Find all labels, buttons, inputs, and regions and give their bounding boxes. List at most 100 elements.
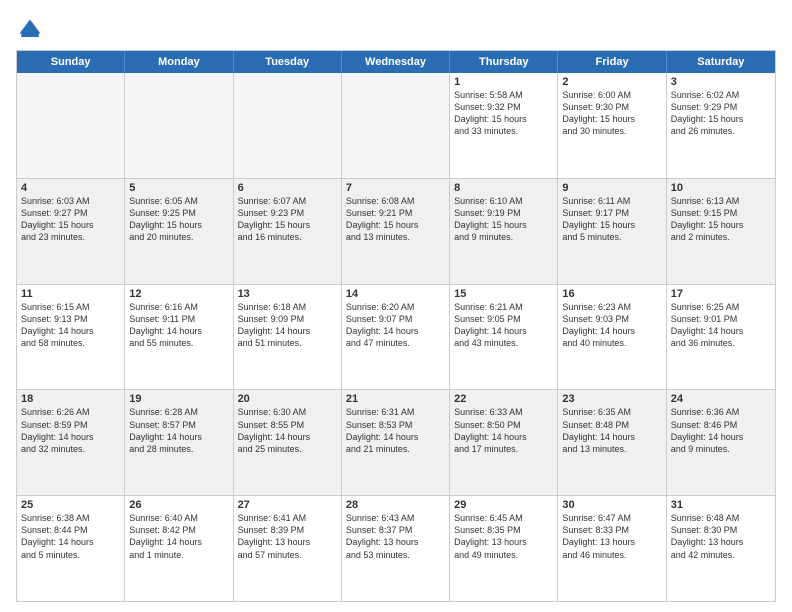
calendar-cell: 4Sunrise: 6:03 AM Sunset: 9:27 PM Daylig… bbox=[17, 179, 125, 284]
day-info: Sunrise: 6:31 AM Sunset: 8:53 PM Dayligh… bbox=[346, 406, 445, 455]
calendar-cell bbox=[17, 73, 125, 178]
day-header-sunday: Sunday bbox=[17, 51, 125, 73]
day-info: Sunrise: 6:41 AM Sunset: 8:39 PM Dayligh… bbox=[238, 512, 337, 561]
calendar-cell bbox=[125, 73, 233, 178]
day-number: 8 bbox=[454, 182, 553, 194]
day-info: Sunrise: 6:26 AM Sunset: 8:59 PM Dayligh… bbox=[21, 406, 120, 455]
day-info: Sunrise: 6:21 AM Sunset: 9:05 PM Dayligh… bbox=[454, 301, 553, 350]
day-number: 21 bbox=[346, 393, 445, 405]
calendar-cell: 21Sunrise: 6:31 AM Sunset: 8:53 PM Dayli… bbox=[342, 390, 450, 495]
calendar-cell: 16Sunrise: 6:23 AM Sunset: 9:03 PM Dayli… bbox=[558, 285, 666, 390]
day-number: 26 bbox=[129, 499, 228, 511]
day-info: Sunrise: 6:16 AM Sunset: 9:11 PM Dayligh… bbox=[129, 301, 228, 350]
day-number: 12 bbox=[129, 288, 228, 300]
calendar-cell: 1Sunrise: 5:58 AM Sunset: 9:32 PM Daylig… bbox=[450, 73, 558, 178]
day-number: 13 bbox=[238, 288, 337, 300]
day-info: Sunrise: 6:35 AM Sunset: 8:48 PM Dayligh… bbox=[562, 406, 661, 455]
calendar-cell: 5Sunrise: 6:05 AM Sunset: 9:25 PM Daylig… bbox=[125, 179, 233, 284]
calendar-cell: 29Sunrise: 6:45 AM Sunset: 8:35 PM Dayli… bbox=[450, 496, 558, 601]
calendar-cell: 10Sunrise: 6:13 AM Sunset: 9:15 PM Dayli… bbox=[667, 179, 775, 284]
day-number: 2 bbox=[562, 76, 661, 88]
day-header-friday: Friday bbox=[558, 51, 666, 73]
day-info: Sunrise: 6:28 AM Sunset: 8:57 PM Dayligh… bbox=[129, 406, 228, 455]
day-number: 22 bbox=[454, 393, 553, 405]
calendar: SundayMondayTuesdayWednesdayThursdayFrid… bbox=[16, 50, 776, 602]
calendar-cell: 3Sunrise: 6:02 AM Sunset: 9:29 PM Daylig… bbox=[667, 73, 775, 178]
day-header-thursday: Thursday bbox=[450, 51, 558, 73]
day-header-saturday: Saturday bbox=[667, 51, 775, 73]
calendar-cell: 2Sunrise: 6:00 AM Sunset: 9:30 PM Daylig… bbox=[558, 73, 666, 178]
day-header-wednesday: Wednesday bbox=[342, 51, 450, 73]
day-info: Sunrise: 6:47 AM Sunset: 8:33 PM Dayligh… bbox=[562, 512, 661, 561]
day-info: Sunrise: 6:11 AM Sunset: 9:17 PM Dayligh… bbox=[562, 195, 661, 244]
calendar-body: 1Sunrise: 5:58 AM Sunset: 9:32 PM Daylig… bbox=[17, 73, 775, 601]
calendar-cell: 20Sunrise: 6:30 AM Sunset: 8:55 PM Dayli… bbox=[234, 390, 342, 495]
day-info: Sunrise: 6:23 AM Sunset: 9:03 PM Dayligh… bbox=[562, 301, 661, 350]
calendar-row-3: 18Sunrise: 6:26 AM Sunset: 8:59 PM Dayli… bbox=[17, 390, 775, 496]
page-header bbox=[16, 16, 776, 44]
day-info: Sunrise: 6:10 AM Sunset: 9:19 PM Dayligh… bbox=[454, 195, 553, 244]
calendar-cell bbox=[234, 73, 342, 178]
calendar-header: SundayMondayTuesdayWednesdayThursdayFrid… bbox=[17, 51, 775, 73]
calendar-cell: 13Sunrise: 6:18 AM Sunset: 9:09 PM Dayli… bbox=[234, 285, 342, 390]
day-info: Sunrise: 6:38 AM Sunset: 8:44 PM Dayligh… bbox=[21, 512, 120, 561]
calendar-cell: 27Sunrise: 6:41 AM Sunset: 8:39 PM Dayli… bbox=[234, 496, 342, 601]
day-header-tuesday: Tuesday bbox=[234, 51, 342, 73]
day-number: 14 bbox=[346, 288, 445, 300]
day-number: 18 bbox=[21, 393, 120, 405]
day-number: 11 bbox=[21, 288, 120, 300]
day-number: 27 bbox=[238, 499, 337, 511]
day-info: Sunrise: 6:07 AM Sunset: 9:23 PM Dayligh… bbox=[238, 195, 337, 244]
day-number: 31 bbox=[671, 499, 771, 511]
calendar-cell: 12Sunrise: 6:16 AM Sunset: 9:11 PM Dayli… bbox=[125, 285, 233, 390]
day-number: 5 bbox=[129, 182, 228, 194]
day-number: 23 bbox=[562, 393, 661, 405]
day-number: 25 bbox=[21, 499, 120, 511]
calendar-cell: 31Sunrise: 6:48 AM Sunset: 8:30 PM Dayli… bbox=[667, 496, 775, 601]
day-number: 3 bbox=[671, 76, 771, 88]
calendar-cell: 14Sunrise: 6:20 AM Sunset: 9:07 PM Dayli… bbox=[342, 285, 450, 390]
day-number: 1 bbox=[454, 76, 553, 88]
calendar-cell: 6Sunrise: 6:07 AM Sunset: 9:23 PM Daylig… bbox=[234, 179, 342, 284]
calendar-cell: 19Sunrise: 6:28 AM Sunset: 8:57 PM Dayli… bbox=[125, 390, 233, 495]
day-info: Sunrise: 6:45 AM Sunset: 8:35 PM Dayligh… bbox=[454, 512, 553, 561]
day-info: Sunrise: 6:40 AM Sunset: 8:42 PM Dayligh… bbox=[129, 512, 228, 561]
day-header-monday: Monday bbox=[125, 51, 233, 73]
day-info: Sunrise: 6:33 AM Sunset: 8:50 PM Dayligh… bbox=[454, 406, 553, 455]
day-info: Sunrise: 6:36 AM Sunset: 8:46 PM Dayligh… bbox=[671, 406, 771, 455]
calendar-cell bbox=[342, 73, 450, 178]
day-info: Sunrise: 6:02 AM Sunset: 9:29 PM Dayligh… bbox=[671, 89, 771, 138]
day-info: Sunrise: 6:48 AM Sunset: 8:30 PM Dayligh… bbox=[671, 512, 771, 561]
day-number: 24 bbox=[671, 393, 771, 405]
day-number: 16 bbox=[562, 288, 661, 300]
day-info: Sunrise: 6:18 AM Sunset: 9:09 PM Dayligh… bbox=[238, 301, 337, 350]
day-info: Sunrise: 6:15 AM Sunset: 9:13 PM Dayligh… bbox=[21, 301, 120, 350]
day-number: 20 bbox=[238, 393, 337, 405]
day-info: Sunrise: 6:30 AM Sunset: 8:55 PM Dayligh… bbox=[238, 406, 337, 455]
calendar-cell: 28Sunrise: 6:43 AM Sunset: 8:37 PM Dayli… bbox=[342, 496, 450, 601]
day-number: 28 bbox=[346, 499, 445, 511]
calendar-cell: 24Sunrise: 6:36 AM Sunset: 8:46 PM Dayli… bbox=[667, 390, 775, 495]
day-info: Sunrise: 6:43 AM Sunset: 8:37 PM Dayligh… bbox=[346, 512, 445, 561]
day-number: 15 bbox=[454, 288, 553, 300]
day-number: 30 bbox=[562, 499, 661, 511]
calendar-row-2: 11Sunrise: 6:15 AM Sunset: 9:13 PM Dayli… bbox=[17, 285, 775, 391]
calendar-row-0: 1Sunrise: 5:58 AM Sunset: 9:32 PM Daylig… bbox=[17, 73, 775, 179]
day-number: 19 bbox=[129, 393, 228, 405]
day-number: 29 bbox=[454, 499, 553, 511]
day-info: Sunrise: 6:25 AM Sunset: 9:01 PM Dayligh… bbox=[671, 301, 771, 350]
day-number: 10 bbox=[671, 182, 771, 194]
day-number: 7 bbox=[346, 182, 445, 194]
calendar-cell: 15Sunrise: 6:21 AM Sunset: 9:05 PM Dayli… bbox=[450, 285, 558, 390]
calendar-cell: 7Sunrise: 6:08 AM Sunset: 9:21 PM Daylig… bbox=[342, 179, 450, 284]
day-info: Sunrise: 6:13 AM Sunset: 9:15 PM Dayligh… bbox=[671, 195, 771, 244]
day-number: 4 bbox=[21, 182, 120, 194]
calendar-cell: 23Sunrise: 6:35 AM Sunset: 8:48 PM Dayli… bbox=[558, 390, 666, 495]
calendar-row-4: 25Sunrise: 6:38 AM Sunset: 8:44 PM Dayli… bbox=[17, 496, 775, 601]
day-number: 6 bbox=[238, 182, 337, 194]
calendar-cell: 9Sunrise: 6:11 AM Sunset: 9:17 PM Daylig… bbox=[558, 179, 666, 284]
calendar-cell: 30Sunrise: 6:47 AM Sunset: 8:33 PM Dayli… bbox=[558, 496, 666, 601]
calendar-cell: 25Sunrise: 6:38 AM Sunset: 8:44 PM Dayli… bbox=[17, 496, 125, 601]
day-info: Sunrise: 6:08 AM Sunset: 9:21 PM Dayligh… bbox=[346, 195, 445, 244]
calendar-cell: 17Sunrise: 6:25 AM Sunset: 9:01 PM Dayli… bbox=[667, 285, 775, 390]
